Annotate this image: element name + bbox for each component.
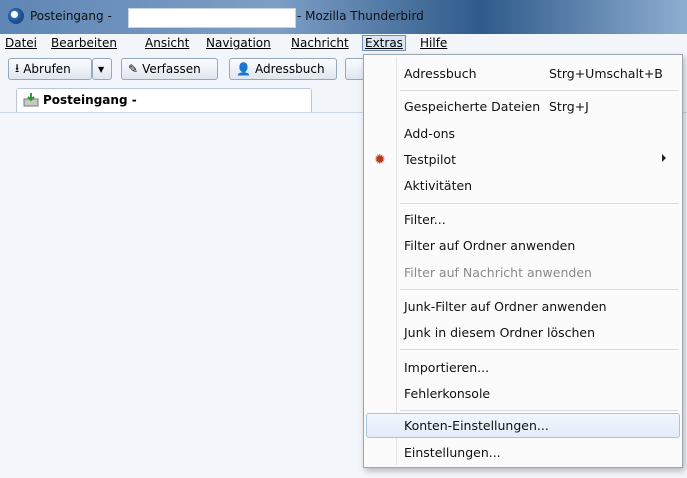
thunderbird-app-icon	[8, 8, 24, 24]
abrufen-button[interactable]: ⭳ Abrufen	[8, 58, 92, 80]
verfassen-button[interactable]: ✎ Verfassen	[121, 58, 218, 80]
menu-navigation[interactable]: Navigation	[206, 36, 271, 50]
menu-item-label: Einstellungen...	[404, 445, 501, 460]
menu-separator	[400, 289, 678, 290]
testpilot-icon: ✹	[374, 152, 386, 168]
menu-item-label: Adressbuch	[404, 66, 477, 81]
menu-item-label: Filter...	[404, 212, 446, 227]
menu-item-shortcut: Strg+Umschalt+B	[549, 66, 663, 81]
menu-datei[interactable]: Datei	[5, 36, 37, 50]
menu-item-label: Testpilot	[404, 152, 457, 167]
menu-item-shortcut: Strg+J	[549, 99, 589, 114]
menu-item-filter-auf-ordner[interactable]: Filter auf Ordner anwenden	[366, 233, 680, 258]
menu-item-label: Gespeicherte Dateien	[404, 99, 541, 114]
window-title-left: Posteingang -	[30, 9, 112, 23]
adressbuch-label: Adressbuch	[254, 62, 325, 76]
redacted-account-field	[128, 8, 296, 28]
menu-separator	[400, 90, 678, 91]
menu-item-label: Add-ons	[404, 126, 456, 141]
menu-item-konten-einstellungen[interactable]: Konten-Einstellungen...	[366, 413, 680, 438]
menu-item-junk-loeschen[interactable]: Junk in diesem Ordner löschen	[366, 320, 680, 345]
menu-item-label: Filter auf Ordner anwenden	[404, 238, 576, 253]
abrufen-dropdown-button[interactable]: ▼	[92, 58, 112, 80]
menu-item-label: Konten-Einstellungen...	[404, 418, 549, 433]
extras-menu: Adressbuch Strg+Umschalt+B Gespeicherte …	[363, 54, 683, 468]
menu-item-einstellungen[interactable]: Einstellungen...	[366, 440, 680, 465]
title-bar: Posteingang - - Mozilla Thunderbird	[0, 0, 687, 34]
menu-item-label: Junk-Filter auf Ordner anwenden	[404, 299, 607, 314]
menu-bar: Datei Bearbeiten Ansicht Navigation Nach…	[0, 34, 687, 54]
menu-item-label: Filter auf Nachricht anwenden	[404, 265, 592, 280]
menu-item-filter-auf-nachricht: Filter auf Nachricht anwenden	[366, 260, 680, 285]
adressbuch-button[interactable]: 👤 Adressbuch	[229, 58, 337, 80]
verfassen-label: Verfassen	[142, 62, 201, 76]
pencil-icon: ✎	[128, 62, 139, 76]
menu-nachricht[interactable]: Nachricht	[291, 36, 349, 50]
menu-item-filter[interactable]: Filter...	[366, 207, 680, 232]
menu-ansicht[interactable]: Ansicht	[145, 36, 189, 50]
menu-item-aktivitaeten[interactable]: Aktivitäten	[366, 173, 680, 198]
menu-item-junk-filter-auf-ordner[interactable]: Junk-Filter auf Ordner anwenden	[366, 294, 680, 319]
window-title-right: - Mozilla Thunderbird	[297, 9, 424, 23]
menu-item-label: Importieren...	[404, 360, 490, 375]
menu-separator	[400, 349, 678, 350]
person-icon: 👤	[236, 62, 251, 76]
inbox-icon	[23, 93, 39, 107]
tab-posteingang[interactable]: Posteingang -	[16, 88, 312, 112]
abrufen-label: Abrufen	[23, 62, 71, 76]
menu-extras[interactable]: Extras	[362, 35, 406, 51]
menu-item-gespeicherte-dateien[interactable]: Gespeicherte Dateien Strg+J	[366, 94, 680, 119]
menu-item-add-ons[interactable]: Add-ons	[366, 121, 680, 146]
menu-bearbeiten[interactable]: Bearbeiten	[51, 36, 117, 50]
chevron-down-icon: ▼	[98, 64, 105, 74]
menu-separator	[400, 410, 678, 411]
tab-label: Posteingang -	[43, 93, 137, 107]
download-icon: ⭳	[15, 60, 20, 75]
menu-separator	[400, 203, 678, 204]
menu-item-importieren[interactable]: Importieren...	[366, 355, 680, 380]
menu-item-label: Fehlerkonsole	[404, 386, 491, 401]
menu-item-label: Aktivitäten	[404, 178, 473, 193]
submenu-arrow-icon	[662, 154, 666, 162]
menu-item-fehlerkonsole[interactable]: Fehlerkonsole	[366, 381, 680, 406]
menu-hilfe[interactable]: Hilfe	[420, 36, 447, 50]
menu-item-testpilot[interactable]: ✹ Testpilot	[366, 147, 680, 172]
toolbar-button-partial[interactable]	[345, 58, 365, 80]
menu-item-adressbuch[interactable]: Adressbuch Strg+Umschalt+B	[366, 61, 680, 86]
menu-item-label: Junk in diesem Ordner löschen	[404, 325, 596, 340]
